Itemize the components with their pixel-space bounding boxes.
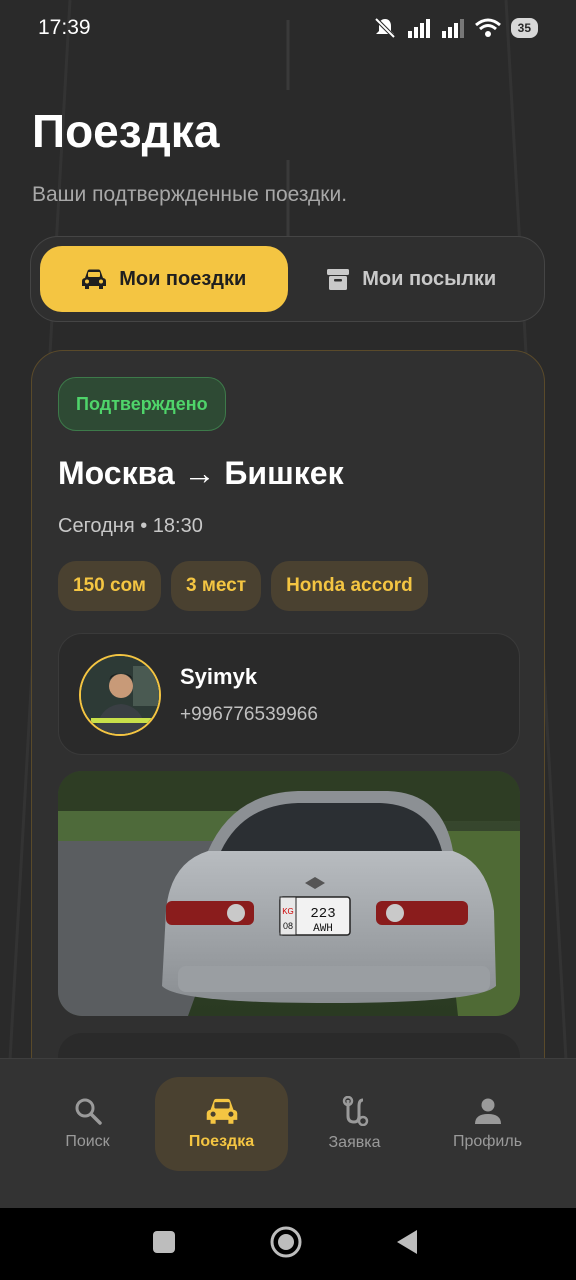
route-icon xyxy=(342,1096,368,1126)
battery-indicator: 35 xyxy=(510,18,538,38)
car-icon xyxy=(206,1098,237,1124)
system-navigation-bar xyxy=(0,1208,576,1280)
bottom-navigation: Поиск Поездка Заявка Профиль xyxy=(0,1058,576,1208)
status-badge: Подтверждено xyxy=(58,377,226,431)
nav-request-label: Заявка xyxy=(328,1134,381,1151)
wifi-icon xyxy=(474,18,501,37)
page-subtitle: Ваши подтвержденные поездки. xyxy=(32,183,348,206)
seats-chip: 3 мест xyxy=(170,561,262,611)
nav-profile[interactable]: Профиль xyxy=(421,1077,554,1171)
nav-trip[interactable]: Поездка xyxy=(155,1077,288,1171)
car-model-chip: Honda accord xyxy=(271,561,428,611)
nav-request[interactable]: Заявка xyxy=(288,1077,421,1171)
trip-type-tabs: Мои поездки Мои посылки xyxy=(30,236,545,322)
back-button[interactable] xyxy=(397,1230,417,1254)
driver-phone[interactable]: +996776539966 xyxy=(180,704,318,726)
status-icons: 35 xyxy=(373,17,538,39)
plate-region: 08 xyxy=(283,921,293,931)
trip-card[interactable]: Подтверждено Москва → Бишкек Сегодня • 1… xyxy=(31,350,545,1110)
tab-my-trips-label: Мои поездки xyxy=(119,267,247,290)
nav-trip-label: Поездка xyxy=(188,1133,255,1150)
search-icon xyxy=(75,1098,102,1125)
mute-icon xyxy=(374,17,396,39)
car-photo: KG 08 223 AWH xyxy=(58,771,520,1016)
driver-info[interactable]: Syimyk +996776539966 xyxy=(58,633,520,755)
avatar xyxy=(79,654,161,736)
driver-name: Syimyk xyxy=(180,664,258,689)
plate-country: KG xyxy=(282,907,294,916)
trip-datetime: Сегодня • 18:30 xyxy=(58,515,203,537)
tab-my-trips[interactable]: Мои поездки xyxy=(40,246,288,312)
status-bar: 17:39 35 xyxy=(0,0,576,56)
person-icon xyxy=(474,1098,501,1124)
tab-my-parcels[interactable]: Мои посылки xyxy=(288,246,536,312)
signal-icon-2 xyxy=(441,19,464,38)
tab-my-parcels-label: Мои посылки xyxy=(362,267,497,290)
price-chip: 150 сом xyxy=(58,561,161,611)
nav-search[interactable]: Поиск xyxy=(21,1077,154,1171)
plate-letters: AWH xyxy=(313,923,333,935)
home-button[interactable] xyxy=(270,1226,302,1258)
trip-chips: 150 сом 3 мест Honda accord xyxy=(58,561,428,611)
status-time: 17:39 xyxy=(38,16,91,39)
archive-icon xyxy=(327,269,350,290)
nav-profile-label: Профиль xyxy=(452,1133,523,1150)
car-icon xyxy=(82,269,107,289)
recents-button[interactable] xyxy=(153,1231,175,1253)
plate-number: 223 xyxy=(310,906,335,922)
page-title: Поездка xyxy=(32,105,220,157)
nav-search-label: Поиск xyxy=(65,1133,110,1150)
trip-route: Москва → Бишкек xyxy=(58,455,344,491)
signal-icon xyxy=(407,19,430,38)
